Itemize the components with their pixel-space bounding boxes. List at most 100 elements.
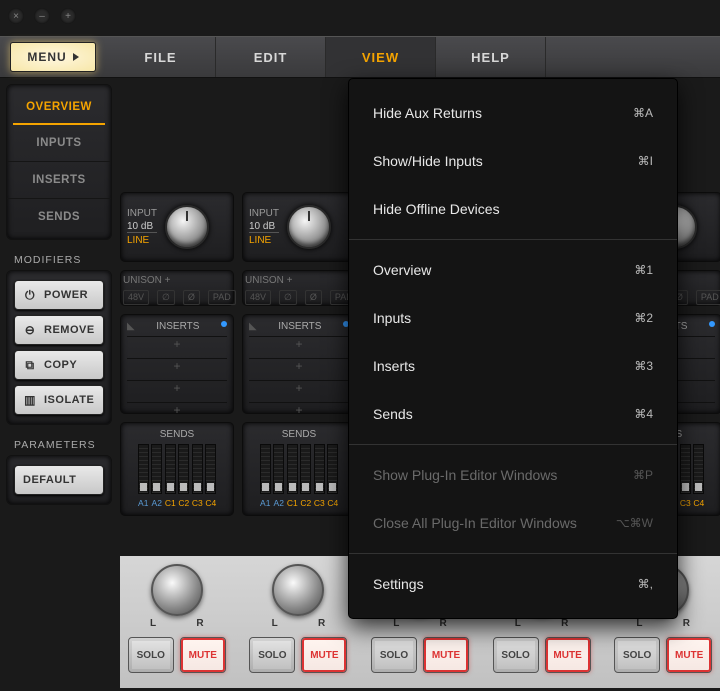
solo-button[interactable]: SOLO xyxy=(493,637,539,673)
inserts-box: ◣INSERTS++++ xyxy=(120,314,234,414)
menu-item-inserts[interactable]: Inserts⌘3 xyxy=(349,342,677,390)
insert-slot[interactable]: + xyxy=(249,336,349,354)
gain-knob[interactable] xyxy=(287,205,331,249)
unison-opt[interactable]: Ø xyxy=(183,290,200,305)
sends-box: SENDSA1A2C1C2C3C4 xyxy=(242,422,356,516)
modifiers-group: ⏻POWER ⊖REMOVE ⧉COPY ▥ISOLATE xyxy=(6,270,112,425)
unison-opt[interactable]: Ø xyxy=(305,290,322,305)
menu-item-shortcut: ⌥⌘W xyxy=(616,516,653,530)
menu-button[interactable]: MENU xyxy=(10,42,96,72)
insert-slot[interactable]: + xyxy=(127,380,227,398)
send-fader[interactable] xyxy=(327,444,338,494)
indicator-dot-icon xyxy=(709,321,715,327)
send-label: C4 xyxy=(693,498,704,508)
send-fader[interactable] xyxy=(178,444,189,494)
unison-opt[interactable]: 48V xyxy=(245,290,271,305)
menu-item-shortcut: ⌘A xyxy=(633,106,653,120)
menu-item-sends[interactable]: Sends⌘4 xyxy=(349,390,677,438)
input-mode: LINE xyxy=(127,235,157,246)
insert-slot[interactable]: + xyxy=(127,402,227,420)
sidebar: OVERVIEWINPUTSINSERTSSENDS MODIFIERS ⏻PO… xyxy=(6,84,112,515)
menu-item-label: Hide Aux Returns xyxy=(373,105,482,121)
unison-opt[interactable]: ∅ xyxy=(279,290,297,305)
unison-opt[interactable]: PAD xyxy=(696,290,720,305)
insert-slot[interactable]: + xyxy=(249,358,349,376)
send-fader[interactable] xyxy=(260,444,271,494)
mute-button[interactable]: MUTE xyxy=(545,637,591,673)
mute-button[interactable]: MUTE xyxy=(666,637,712,673)
pan-right: R xyxy=(196,618,203,629)
send-fader[interactable] xyxy=(314,444,325,494)
solo-button[interactable]: SOLO xyxy=(614,637,660,673)
menu-item-shortcut: ⌘2 xyxy=(634,311,653,325)
menu-item-shortcut: ⌘I xyxy=(638,154,653,168)
default-button[interactable]: DEFAULT xyxy=(14,465,104,495)
unison-opt[interactable]: 48V xyxy=(123,290,149,305)
modifiers-label: MODIFIERS xyxy=(6,250,112,270)
pan-right: R xyxy=(561,618,568,629)
menu-item-inputs[interactable]: Inputs ⌘2 xyxy=(349,294,677,342)
sidebar-item-inputs[interactable]: INPUTS xyxy=(7,125,111,162)
gain-knob[interactable] xyxy=(165,205,209,249)
send-fader[interactable] xyxy=(165,444,176,494)
send-fader[interactable] xyxy=(273,444,284,494)
tab-file[interactable]: FILE xyxy=(106,37,216,77)
send-label: C3 xyxy=(192,498,203,508)
power-button[interactable]: ⏻POWER xyxy=(14,280,104,310)
send-fader[interactable] xyxy=(151,444,162,494)
sidebar-item-sends[interactable]: SENDS xyxy=(7,199,111,235)
menu-item-label: Inputs xyxy=(373,310,411,326)
insert-slot[interactable]: + xyxy=(249,380,349,398)
send-fader[interactable] xyxy=(192,444,203,494)
pan-left: L xyxy=(150,618,156,629)
unison-title: UNISON + xyxy=(245,275,293,286)
menu-separator xyxy=(349,444,677,445)
pan-knob[interactable] xyxy=(272,564,324,616)
insert-slot[interactable]: + xyxy=(249,402,349,420)
output-strip: L R SOLOMUTE xyxy=(120,564,234,688)
mute-button[interactable]: MUTE xyxy=(301,637,347,673)
solo-button[interactable]: SOLO xyxy=(128,637,174,673)
solo-button[interactable]: SOLO xyxy=(371,637,417,673)
inserts-box: ◣INSERTS++++ xyxy=(242,314,356,414)
sidebar-item-overview[interactable]: OVERVIEW xyxy=(13,89,105,125)
menu-item-label: Hide Offline Devices xyxy=(373,201,500,217)
tab-edit[interactable]: EDIT xyxy=(216,37,326,77)
send-fader[interactable] xyxy=(287,444,298,494)
mute-button[interactable]: MUTE xyxy=(180,637,226,673)
insert-slot[interactable]: + xyxy=(127,358,227,376)
menu-item-show-hide-inputs[interactable]: Show/Hide Inputs⌘I xyxy=(349,137,677,185)
sidebar-item-inserts[interactable]: INSERTS xyxy=(7,162,111,199)
window-maximize[interactable]: + xyxy=(60,8,76,24)
copy-button[interactable]: ⧉COPY xyxy=(14,350,104,380)
menu-item-shortcut: ⌘P xyxy=(633,468,653,482)
send-label: A1 xyxy=(260,498,271,508)
mute-button[interactable]: MUTE xyxy=(423,637,469,673)
insert-slot[interactable]: + xyxy=(127,336,227,354)
input-box: INPUT10 dBLINE xyxy=(120,192,234,262)
menu-item-settings[interactable]: Settings⌘, xyxy=(349,560,677,608)
tab-help[interactable]: HELP xyxy=(436,37,546,77)
menu-item-hide-offline-devices[interactable]: Hide Offline Devices xyxy=(349,185,677,233)
tab-view[interactable]: VIEW xyxy=(326,37,436,77)
isolate-button[interactable]: ▥ISOLATE xyxy=(14,385,104,415)
send-fader[interactable] xyxy=(205,444,216,494)
solo-button[interactable]: SOLO xyxy=(249,637,295,673)
window-close[interactable]: × xyxy=(8,8,24,24)
pan-left: L xyxy=(393,618,399,629)
menu-separator xyxy=(349,553,677,554)
send-fader[interactable] xyxy=(680,444,691,494)
unison-opt[interactable]: ∅ xyxy=(157,290,175,305)
input-gain: 10 dB xyxy=(249,221,279,233)
menu-item-hide-aux-returns[interactable]: Hide Aux Returns ⌘A xyxy=(349,89,677,137)
pan-knob[interactable] xyxy=(151,564,203,616)
send-fader[interactable] xyxy=(300,444,311,494)
menu-item-label: Settings xyxy=(373,576,424,592)
menu-item-overview[interactable]: Overview⌘1 xyxy=(349,246,677,294)
send-fader[interactable] xyxy=(693,444,704,494)
remove-button[interactable]: ⊖REMOVE xyxy=(14,315,104,345)
unison-opt[interactable]: PAD xyxy=(208,290,236,305)
send-label: C1 xyxy=(287,498,298,508)
send-fader[interactable] xyxy=(138,444,149,494)
window-minimize[interactable]: – xyxy=(34,8,50,24)
